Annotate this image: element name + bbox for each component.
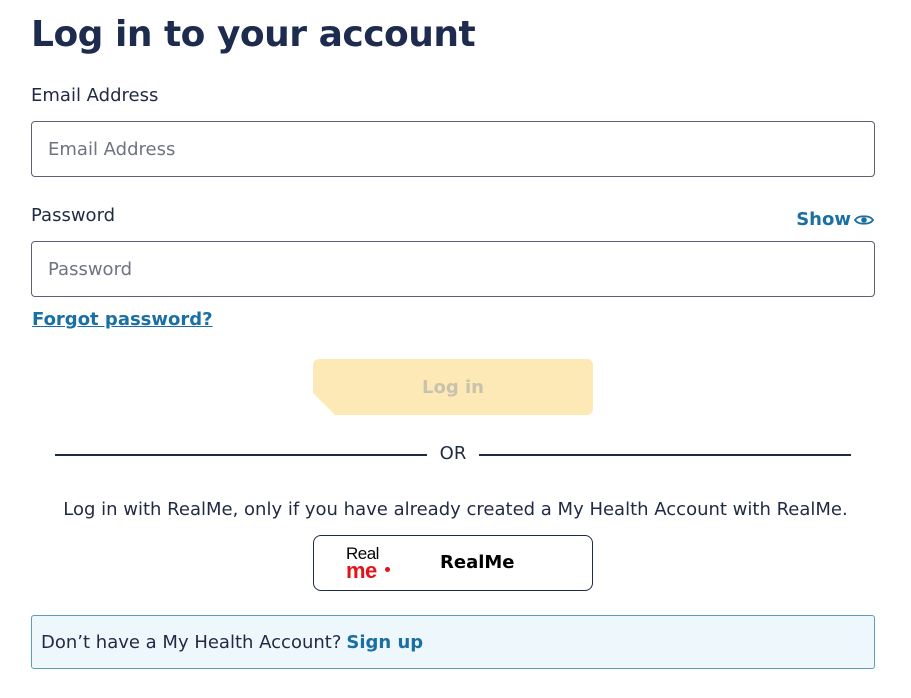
realme-login-button[interactable]: Real me RealMe <box>313 535 593 591</box>
realme-note: Log in with RealMe, only if you have alr… <box>63 499 848 520</box>
show-password-label: Show <box>796 209 851 230</box>
or-divider: OR <box>55 443 851 467</box>
login-button[interactable]: Log in <box>313 359 593 415</box>
realme-logo: Real me <box>346 545 390 583</box>
email-label: Email Address <box>31 85 159 106</box>
realme-logo-bottom: me <box>346 558 377 583</box>
password-field[interactable] <box>31 241 875 297</box>
divider-line-right <box>479 454 851 456</box>
email-field[interactable] <box>31 121 875 177</box>
realme-button-label: RealMe <box>440 552 515 573</box>
signup-prompt: Don’t have a My Health Account? <box>41 631 342 653</box>
divider-label: OR <box>439 443 467 464</box>
signup-banner: Don’t have a My Health Account? Sign up <box>31 615 875 669</box>
forgot-password-link[interactable]: Forgot password? <box>32 309 213 330</box>
divider-line-left <box>55 454 427 456</box>
realme-logo-dot <box>385 567 390 572</box>
login-page: Log in to your account Email Address Pas… <box>0 0 911 698</box>
sign-up-link[interactable]: Sign up <box>346 632 423 653</box>
page-title: Log in to your account <box>31 14 476 55</box>
show-password-toggle[interactable]: Show <box>796 209 874 230</box>
eye-icon <box>854 214 874 225</box>
password-label: Password <box>31 205 116 226</box>
